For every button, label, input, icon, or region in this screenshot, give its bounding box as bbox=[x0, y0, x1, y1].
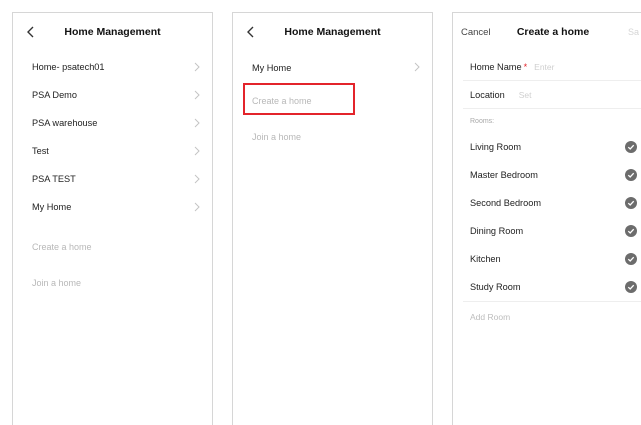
room-item[interactable]: Study Room bbox=[453, 273, 641, 301]
home-list-item[interactable]: PSA TEST bbox=[13, 165, 212, 193]
room-item[interactable]: Kitchen bbox=[453, 245, 641, 273]
chevron-right-icon bbox=[194, 174, 200, 184]
home-name-input[interactable] bbox=[534, 61, 625, 72]
chevron-right-icon bbox=[194, 202, 200, 212]
top-bar: Home Management bbox=[233, 13, 432, 53]
page-title: Create a home bbox=[516, 26, 590, 38]
join-home-button[interactable]: Join a home bbox=[13, 265, 212, 301]
home-name: My Home bbox=[32, 202, 72, 212]
check-circle-icon[interactable] bbox=[625, 253, 637, 265]
required-mark: * bbox=[523, 61, 528, 72]
location-row[interactable]: Location Set bbox=[463, 81, 641, 109]
room-item[interactable]: Second Bedroom bbox=[453, 189, 641, 217]
home-actions: Create a home Join a home bbox=[13, 221, 212, 301]
room-name: Kitchen bbox=[470, 254, 501, 264]
room-name: Second Bedroom bbox=[470, 198, 541, 208]
room-name: Dining Room bbox=[470, 226, 524, 236]
chevron-right-icon bbox=[194, 118, 200, 128]
room-name: Study Room bbox=[470, 282, 521, 292]
home-list-item[interactable]: PSA Demo bbox=[13, 81, 212, 109]
rooms-section-label: Rooms: bbox=[470, 117, 495, 125]
home-name: My Home bbox=[252, 63, 292, 73]
check-circle-icon[interactable] bbox=[625, 169, 637, 181]
top-bar: Home Management bbox=[13, 13, 212, 53]
create-home-button[interactable]: Create a home bbox=[13, 229, 212, 265]
save-button[interactable]: Sa bbox=[628, 27, 639, 37]
top-bar: Cancel Create a home Sa bbox=[453, 13, 641, 53]
chevron-right-icon bbox=[194, 90, 200, 100]
room-name: Master Bedroom bbox=[470, 170, 538, 180]
home-management-screen-single: Home Management My Home Create a home Jo… bbox=[232, 12, 433, 425]
location-label: Location bbox=[470, 89, 505, 100]
add-room-button[interactable]: Add Room bbox=[453, 302, 641, 332]
room-item[interactable]: Master Bedroom bbox=[453, 161, 641, 189]
check-circle-icon[interactable] bbox=[625, 225, 637, 237]
create-home-button[interactable]: Create a home bbox=[233, 83, 432, 119]
room-item[interactable]: Living Room bbox=[453, 133, 641, 161]
location-value[interactable]: Set bbox=[519, 90, 532, 100]
home-name: PSA warehouse bbox=[32, 118, 98, 128]
home-name-label: Home Name bbox=[470, 61, 522, 72]
page-title: Home Management bbox=[284, 26, 381, 38]
room-item[interactable]: Dining Room bbox=[453, 217, 641, 245]
chevron-right-icon bbox=[194, 146, 200, 156]
page-title: Home Management bbox=[64, 26, 161, 38]
home-list-item[interactable]: My Home bbox=[233, 53, 432, 83]
home-list: Home- psatech01 PSA Demo PSA warehouse T… bbox=[13, 53, 212, 221]
check-circle-icon[interactable] bbox=[625, 197, 637, 209]
back-chevron-icon[interactable] bbox=[243, 24, 259, 40]
home-name-row: Home Name * bbox=[463, 53, 641, 81]
check-circle-icon[interactable] bbox=[625, 281, 637, 293]
home-name: PSA Demo bbox=[32, 90, 77, 100]
room-name: Living Room bbox=[470, 142, 522, 152]
check-circle-icon[interactable] bbox=[625, 141, 637, 153]
home-list-item[interactable]: Home- psatech01 bbox=[13, 53, 212, 81]
home-list-item[interactable]: PSA warehouse bbox=[13, 109, 212, 137]
join-home-button[interactable]: Join a home bbox=[233, 119, 432, 155]
home-list-item[interactable]: My Home bbox=[13, 193, 212, 221]
home-management-screen-list: Home Management Home- psatech01 PSA Demo… bbox=[12, 12, 213, 425]
home-list-item[interactable]: Test bbox=[13, 137, 212, 165]
chevron-right-icon bbox=[194, 62, 200, 72]
home-name: PSA TEST bbox=[32, 174, 76, 184]
home-name: Test bbox=[32, 146, 49, 156]
chevron-right-icon bbox=[414, 62, 420, 72]
create-home-screen: Cancel Create a home Sa Home Name* Locat… bbox=[452, 12, 641, 425]
back-chevron-icon[interactable] bbox=[23, 24, 39, 40]
home-name: Home- psatech01 bbox=[32, 62, 105, 72]
